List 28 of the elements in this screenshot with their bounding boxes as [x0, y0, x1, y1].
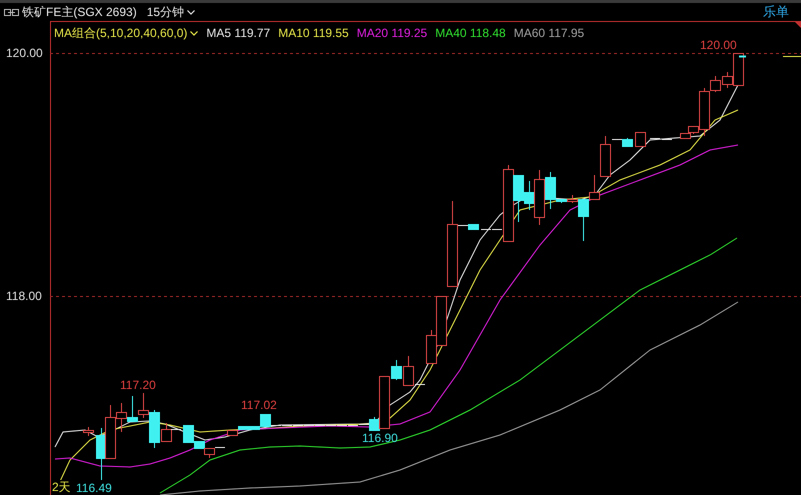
price-annotation: 120.00	[700, 38, 737, 52]
link-icon	[4, 8, 19, 16]
price-annotation: 117.20	[120, 378, 156, 392]
price-axis-label: 118.00	[6, 289, 42, 303]
candlestick	[204, 448, 215, 458]
moving-average-value: MA20 119.25	[356, 25, 428, 42]
indicator-dropdown[interactable]: MA组合(5,10,20,40,60,0)	[54, 24, 198, 42]
candlestick	[127, 396, 138, 422]
moving-average-value: MA5 119.77	[206, 25, 270, 42]
period-dropdown[interactable]: 15分钟	[146, 3, 196, 21]
candlestick	[468, 224, 479, 230]
candlestick	[635, 132, 646, 147]
order-button[interactable]: 乐单	[763, 3, 789, 22]
last-price-line	[782, 56, 801, 57]
moving-average-value: MA10 119.55	[278, 25, 349, 42]
candlestick	[83, 426, 94, 436]
moving-average-value: MA60 117.95	[514, 25, 584, 42]
chevron-down-icon	[190, 30, 198, 36]
price-annotation: 116.49	[76, 481, 112, 495]
price-annotation: 117.02	[241, 398, 277, 412]
moving-average-value: MA40 118.48	[435, 25, 506, 42]
price-axis-label: 120.00	[6, 46, 43, 60]
instrument-title: 铁矿FE主(SGX 2693)	[22, 4, 137, 21]
range-label: 2天	[52, 480, 71, 494]
candlestick	[622, 138, 633, 147]
price-annotation: 116.90	[362, 431, 398, 445]
chevron-down-icon	[187, 10, 196, 14]
current-price-tick	[739, 56, 746, 58]
